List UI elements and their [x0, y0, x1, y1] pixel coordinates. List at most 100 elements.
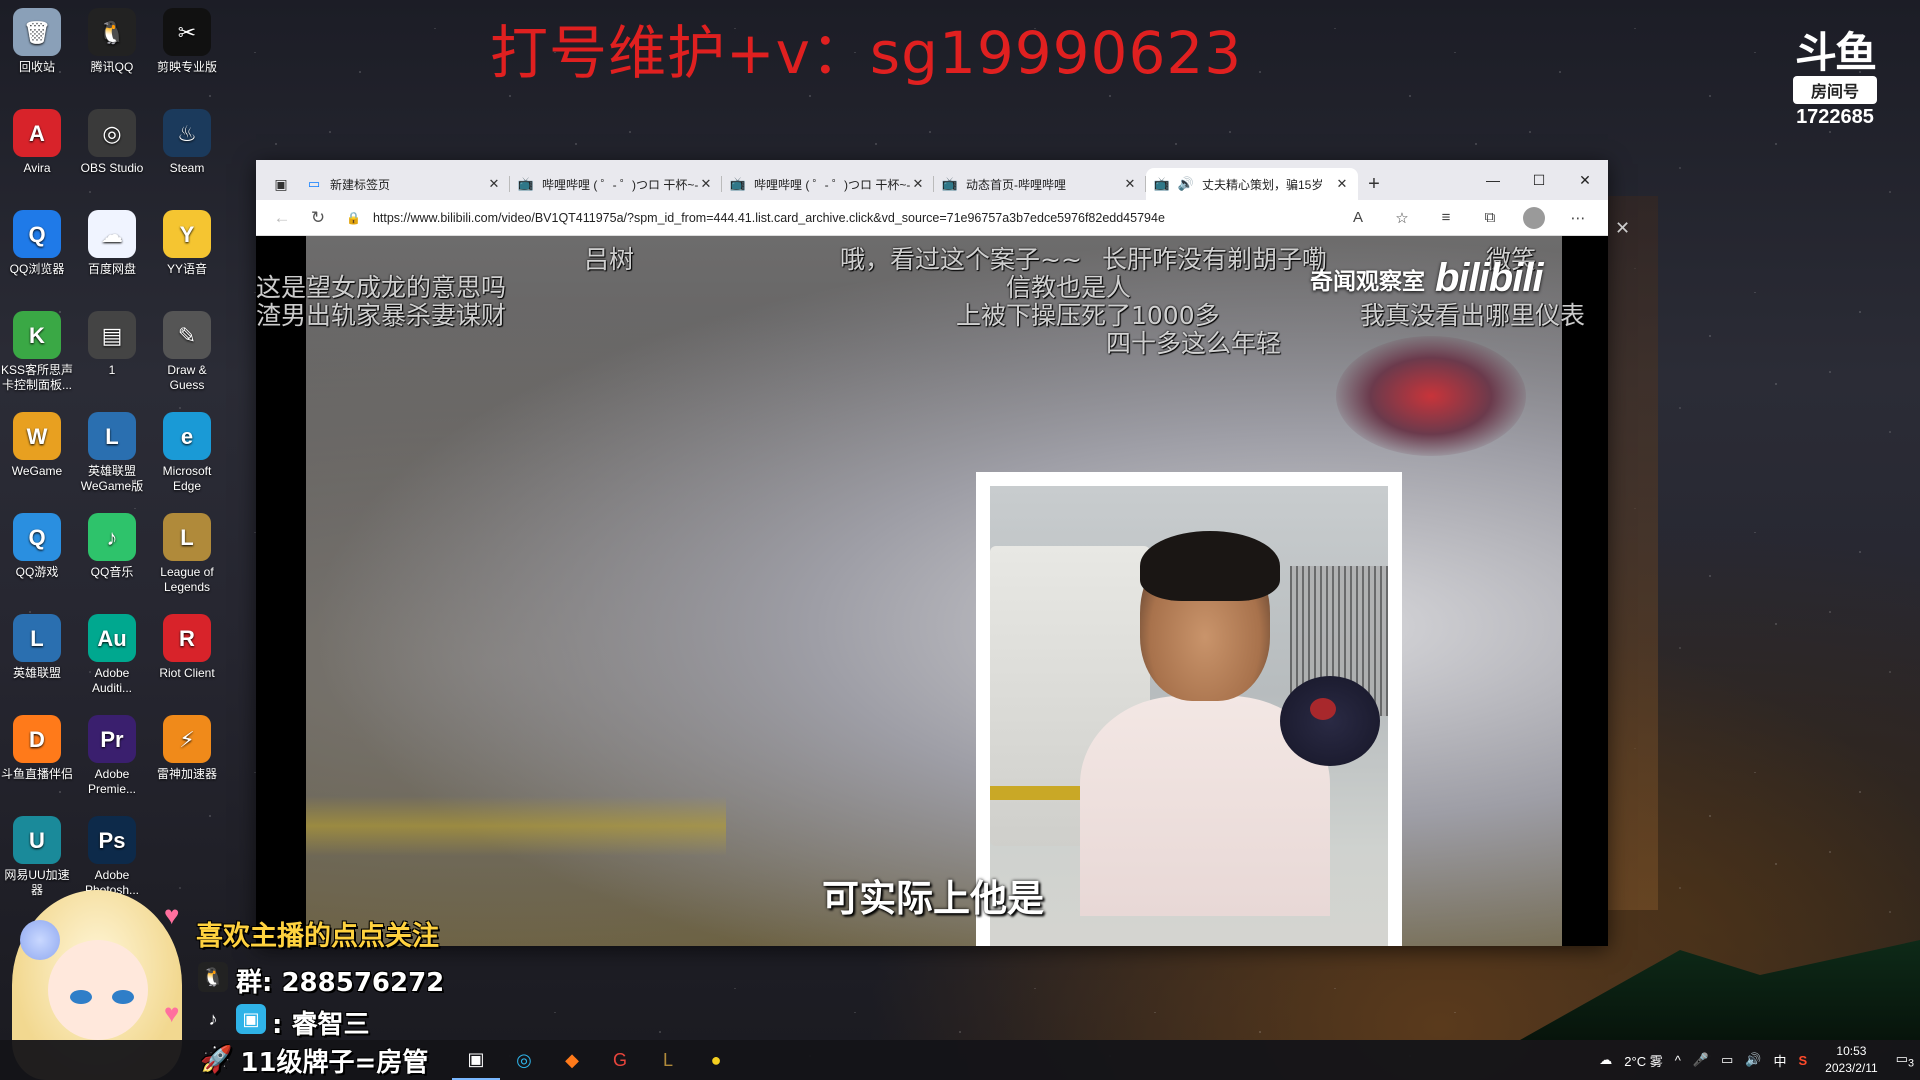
panel-close-icon[interactable]: ✕ [1615, 218, 1630, 239]
desktop-icon-label: YY语音 [166, 262, 207, 276]
desktop-icon[interactable]: L 英雄联盟 [0, 614, 74, 681]
desktop-icon[interactable]: ◎ OBS Studio [75, 109, 149, 176]
desktop-icon[interactable]: Au Adobe Auditi... [75, 614, 149, 696]
close-icon[interactable]: ✕ [1562, 160, 1608, 200]
ime-indicator[interactable]: 中 [1767, 1051, 1792, 1070]
app-icon: Au [88, 614, 136, 662]
rocket-icon: 🚀 [200, 1045, 233, 1075]
taskbar-douyu-icon[interactable]: ◆ [548, 1040, 596, 1080]
taskbar-qq-music-icon[interactable]: ● [692, 1040, 740, 1080]
weather-text[interactable]: 2°C 雾 [1618, 1051, 1668, 1070]
blurred-officer-cap [1336, 336, 1526, 456]
desktop-icon[interactable]: ✂ 剪映专业版 [150, 8, 224, 75]
desktop-icon[interactable]: Pr Adobe Premie... [75, 715, 149, 797]
desktop-icon-label: 英雄联盟WeGame版 [80, 464, 144, 493]
sogou-icon[interactable]: S [1793, 1053, 1814, 1068]
desktop-icon[interactable]: K KSS客所思声卡控制面板... [0, 311, 74, 393]
officer-head [1280, 676, 1380, 766]
app-icon: L [13, 614, 61, 662]
volume-icon[interactable]: 🔊 [1739, 1052, 1767, 1068]
tab-close-icon[interactable]: ✕ [486, 176, 502, 192]
tab-title: 丈夫精心策划，骗15岁 [1202, 177, 1324, 192]
desktop-icon[interactable]: Q QQ浏览器 [0, 210, 74, 277]
danmaku-comment: 我真没看出哪里仪表 [1360, 301, 1586, 330]
favorites-icon[interactable]: ≡ [1424, 203, 1468, 233]
desktop-icon[interactable]: 🐧 腾讯QQ [75, 8, 149, 75]
app-icon: ♨ [163, 109, 211, 157]
suspect-photo [990, 486, 1388, 946]
desktop-icon[interactable]: ✎ Draw & Guess [150, 311, 224, 393]
desktop-icon[interactable]: W WeGame [0, 412, 74, 479]
collections-icon[interactable]: ⧉ [1468, 203, 1512, 233]
app-icon: D [13, 715, 61, 763]
desktop-icon[interactable]: D 斗鱼直播伴侣 [0, 715, 74, 782]
danmaku-comment: 吕树 [584, 245, 635, 274]
desktop-icon[interactable]: ☁ 百度网盘 [75, 210, 149, 277]
desktop-icon[interactable]: Y YY语音 [150, 210, 224, 277]
address-bar[interactable]: 🔒 https://www.bilibili.com/video/BV1QT41… [336, 204, 1336, 232]
desktop-icon-label: Microsoft Edge [162, 464, 212, 493]
app-icon: ✂ [163, 8, 211, 56]
microphone-icon[interactable]: 🎤 [1687, 1052, 1715, 1068]
desktop-icon-label: Draw & Guess [167, 363, 207, 392]
new-tab-button[interactable]: + [1358, 168, 1390, 200]
weather-icon[interactable]: ☁ [1593, 1052, 1618, 1068]
clock[interactable]: 10:53 2023/2/11 [1813, 1043, 1890, 1077]
app-icon: ✎ [163, 311, 211, 359]
desktop-icon-label: 腾讯QQ [90, 60, 134, 74]
minimize-icon[interactable]: — [1470, 160, 1516, 200]
video-player[interactable]: 吕树 哦，看过这个案子~~ 长肝咋没有剃胡子嘞 微笑 这是望女成龙的意思吗 信教也是人 渣男… [256, 236, 1608, 946]
tab-close-icon[interactable]: ✕ [910, 176, 926, 192]
desktop-icon[interactable]: A Avira [0, 109, 74, 176]
desktop-icon[interactable]: R Riot Client [150, 614, 224, 681]
desktop-icon[interactable]: L League of Legends [150, 513, 224, 595]
app-icon: A [13, 109, 61, 157]
app-icon: ☁ [88, 210, 136, 258]
refresh-icon[interactable]: ↻ [300, 203, 336, 233]
desktop-icon[interactable]: 🗑 回收站 [0, 8, 74, 75]
app-icon: ▤ [88, 311, 136, 359]
tiktok-handle: : 睿智三 [272, 1010, 370, 1040]
video-watermark: 奇闻观察室 bilibili [1310, 256, 1544, 301]
douyu-logo: 斗鱼 [1794, 29, 1877, 76]
back-icon[interactable]: ← [264, 203, 300, 233]
taskbar-window-icon[interactable]: ▣ [452, 1040, 500, 1080]
tab-close-icon[interactable]: ✕ [1122, 176, 1138, 192]
desktop-icon[interactable]: L 英雄联盟WeGame版 [75, 412, 149, 494]
danmaku-comment: 四十多这么年轻 [1106, 329, 1282, 358]
network-icon[interactable]: ▭ [1715, 1052, 1739, 1068]
desktop-icon-label: WeGame [11, 464, 63, 478]
more-menu-icon[interactable]: ⋯ [1556, 203, 1600, 233]
desktop-icon[interactable]: ▤ 1 [75, 311, 149, 378]
desktop-icon[interactable]: Q QQ游戏 [0, 513, 74, 580]
maximize-icon[interactable]: ☐ [1516, 160, 1562, 200]
browser-tab[interactable]: 📺 动态首页-哔哩哔哩 ✕ [934, 168, 1146, 200]
read-aloud-icon[interactable]: A [1336, 203, 1380, 233]
url-text: https://www.bilibili.com/video/BV1QT4119… [372, 210, 1165, 225]
add-favorite-icon[interactable]: ☆ [1380, 203, 1424, 233]
tray-chevron-icon[interactable]: ^ [1669, 1053, 1687, 1068]
desktop-icon[interactable]: ♨ Steam [150, 109, 224, 176]
taskbar-chrome-icon[interactable]: G [596, 1040, 644, 1080]
profile-icon[interactable] [1512, 203, 1556, 233]
browser-tab[interactable]: 📺 🔊 丈夫精心策划，骗15岁 ✕ [1146, 168, 1358, 200]
desktop-icon[interactable]: ⚡ 雷神加速器 [150, 715, 224, 782]
desktop-icon-label: KSS客所思声卡控制面板... [0, 363, 73, 392]
tab-actions-icon[interactable]: ▣ [264, 168, 298, 200]
notification-icon[interactable]: ▭3 [1890, 1051, 1920, 1070]
bilibili-tab-icon: 📺 [1153, 176, 1171, 191]
desktop-icon[interactable]: ♪ QQ音乐 [75, 513, 149, 580]
browser-tab[interactable]: 📺 哔哩哔哩 ( ゜- ゜)つロ 干杯~- ✕ [722, 168, 934, 200]
browser-tab[interactable]: ▭ 新建标签页 ✕ [298, 168, 510, 200]
desktop-icon-label: 英雄联盟 [12, 666, 61, 680]
taskbar-league-icon[interactable]: L [644, 1040, 692, 1080]
fan-badge-text: 11级牌子=房管 [240, 1047, 429, 1078]
tab-audio-icon[interactable]: 🔊 [1178, 176, 1194, 192]
desktop-icon[interactable]: e Microsoft Edge [150, 412, 224, 494]
tab-close-icon[interactable]: ✕ [698, 176, 714, 192]
tab-close-icon[interactable]: ✕ [1334, 176, 1350, 192]
taskbar-qq-browser-icon[interactable]: ◎ [500, 1040, 548, 1080]
app-icon: 🐧 [88, 8, 136, 56]
tab-title: 哔哩哔哩 ( ゜- ゜)つロ 干杯~- [754, 177, 910, 192]
browser-tab[interactable]: 📺 哔哩哔哩 ( ゜- ゜)つロ 干杯~- ✕ [510, 168, 722, 200]
